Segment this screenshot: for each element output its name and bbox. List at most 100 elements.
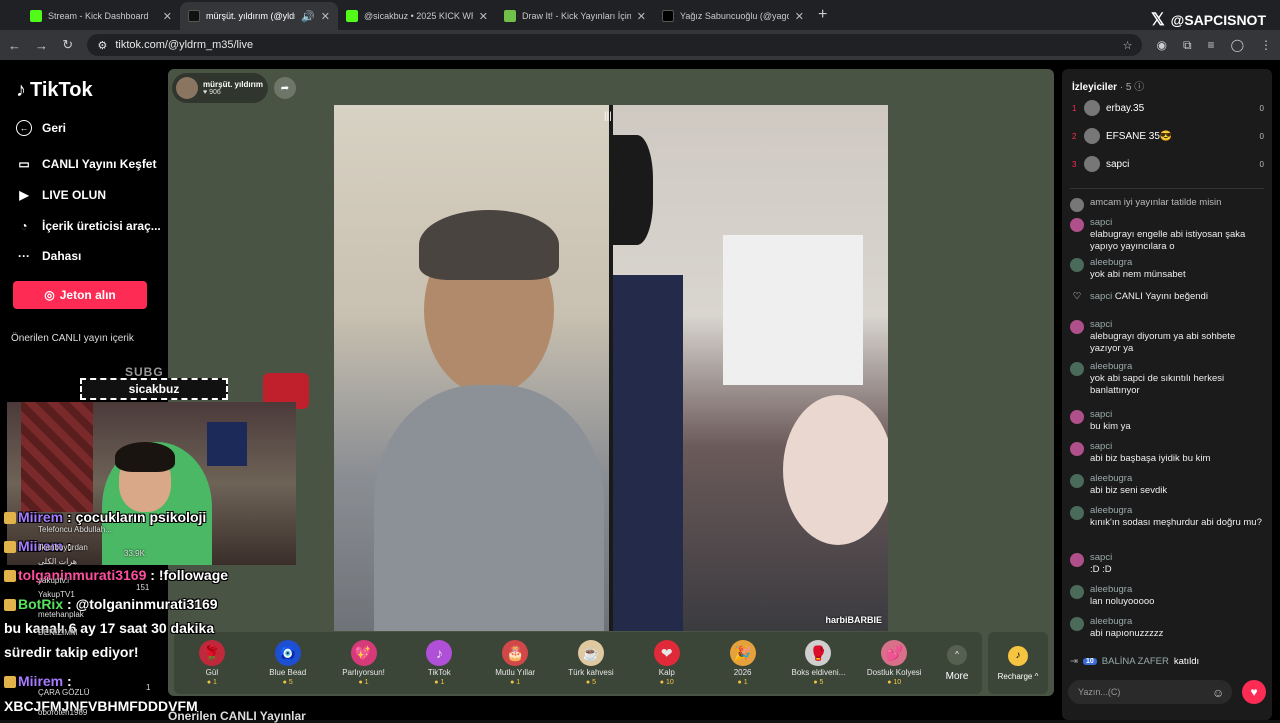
browser-tab[interactable]: @sicakbuz • 2025 KICK WRAPP... ✕ (338, 2, 496, 30)
chat-text: elabugrayı engelle abi istiyosan şaka ya… (1090, 229, 1246, 252)
browser-tab[interactable]: Stream - Kick Dashboard ✕ (22, 2, 180, 30)
gift-item[interactable]: 🌹 Gül ● 1 (174, 640, 250, 686)
gift-cost-value: 5 (592, 679, 597, 686)
gift-cost: ● 1 (358, 679, 369, 686)
chat-avatar (1070, 362, 1084, 376)
gift-item[interactable]: 💖 Parlıyorsun! ● 1 (326, 640, 402, 686)
reload-icon[interactable]: ↻ (62, 37, 73, 53)
share-arrow-icon: ➦ (280, 82, 290, 94)
get-coins-button[interactable]: ◎ Jeton alın (13, 281, 147, 309)
coin-icon: ◎ (44, 288, 55, 302)
chat-user[interactable]: aleebugra (1090, 584, 1154, 596)
chat-user[interactable]: aleebugra (1090, 473, 1167, 485)
sidebar-item-explore-live[interactable]: ▭ CANLI Yayını Keşfet (16, 156, 156, 172)
gift-cost-value: 10 (893, 679, 902, 686)
top-viewer-row[interactable]: 3 sapci 0 (1072, 156, 1264, 172)
chat-input[interactable]: Yazın...(C) (1068, 680, 1232, 704)
sidebar-item-go-live[interactable]: ▶ LIVE OLUN (16, 187, 106, 203)
top-viewer-row[interactable]: 2 EFSANE 35😎 0 (1072, 128, 1264, 144)
chat-user[interactable]: sapci (1090, 319, 1266, 331)
chat-panel: İzleyiciler · 5 ⓘ 1 erbay.35 02 EFSANE 3… (1062, 69, 1272, 720)
chat-text: CANLI Yayını beğendi (1114, 291, 1208, 302)
level-badge: 10 (1082, 658, 1097, 665)
drawit-favicon-icon (504, 10, 516, 22)
chat-message: sapci elabugrayı engelle abi istiyosan şa… (1070, 217, 1266, 253)
gift-item[interactable]: ❤ Kalp ● 10 (629, 640, 705, 686)
gift-item[interactable]: 🥊 Boks eldiveni... ● 5 (781, 640, 857, 686)
chat-user[interactable]: aleebugra (1090, 505, 1262, 517)
new-tab-button[interactable]: + (818, 6, 827, 24)
chat-text: yok abi nem münsabet (1090, 269, 1186, 280)
live-video[interactable]: ||| harbiBARBIE (334, 105, 888, 631)
host-info[interactable]: mürşüt. yıldırım ♥ 906 (172, 73, 268, 103)
chat-user[interactable]: sapci (1090, 409, 1131, 421)
gift-item[interactable]: 🎂 Mutlu Yıllar ● 1 (477, 640, 553, 686)
overlay-faint-number: 1 (146, 683, 151, 692)
sidebar-item-more[interactable]: ··· Dahası (16, 248, 81, 264)
sidebar-item-creator-tools[interactable]: ◔ İçerik üreticisi araç... (16, 218, 161, 234)
chevron-up-icon: ^ (947, 644, 968, 665)
close-tab-icon[interactable]: ✕ (795, 10, 804, 23)
back-icon[interactable]: ← (8, 38, 21, 53)
like-heart-button[interactable]: ♥ (1242, 680, 1266, 704)
sidebar-item-label: İçerik üreticisi araç... (42, 219, 161, 233)
gift-item[interactable]: 🎉 2026 ● 1 (705, 640, 781, 686)
chat-avatar (1070, 553, 1084, 567)
join-notice: ⇥ 10 BALİNA ZAFER katıldı (1070, 656, 1199, 667)
browser-tab[interactable]: Yağız Sabuncuoğlu (@yagosab... ✕ (654, 2, 812, 30)
menu-icon[interactable]: ⋮ (1260, 38, 1272, 53)
gift-item[interactable]: 🧿 Blue Bead ● 5 (250, 640, 326, 686)
sidebar-item-back[interactable]: ← Geri (16, 120, 66, 136)
tiktok-logo[interactable]: ♪ TikTok (16, 79, 93, 102)
kick-favicon-icon (30, 10, 42, 22)
forward-icon[interactable]: → (35, 38, 48, 53)
share-button[interactable]: ➦ (274, 77, 296, 99)
viewer-name: EFSANE 35😎 (1106, 130, 1173, 142)
top-viewer-row[interactable]: 1 erbay.35 0 (1072, 100, 1264, 116)
overlay-faint-number: 151 (136, 583, 150, 592)
gift-icon: 💖 (350, 640, 377, 666)
browser-tab[interactable]: Draw It! - Kick Yayınları İçin Çizim... ✕ (496, 2, 654, 30)
emoji-icon[interactable]: ☺ (1212, 686, 1224, 700)
gift-item[interactable]: ♪ TikTok ● 1 (401, 640, 477, 686)
bookmark-star-icon[interactable]: ☆ (1123, 39, 1133, 52)
url-field[interactable]: ⚙ tiktok.com/@yldrm_m35/live ☆ (87, 34, 1143, 56)
chat-user[interactable]: aleebugra (1090, 257, 1186, 269)
gift-item[interactable]: ☕ Türk kahvesi ● 5 (553, 640, 629, 686)
chat-user[interactable]: aleebugra (1090, 361, 1266, 373)
sidebar-item-label: LIVE OLUN (42, 188, 107, 202)
more-gifts-button[interactable]: ^ More (932, 644, 982, 682)
rank: 1 (1072, 103, 1077, 113)
profile-icon[interactable]: ◯ (1231, 38, 1244, 53)
gift-cost-value: 1 (364, 679, 369, 686)
overlay-faint-number: 33.9K (124, 549, 145, 558)
chat-message: aleebugra yok abi sapci de sıkıntılı herk… (1070, 361, 1266, 397)
suggested-live-title: Önerilen CANLI Yayınlar (168, 709, 306, 723)
chat-user[interactable]: sapci (1090, 441, 1210, 453)
join-user: BALİNA ZAFER (1101, 656, 1169, 667)
gift-cost: ● 1 (737, 679, 748, 686)
chat-user[interactable]: sapci (1090, 217, 1266, 229)
puzzle-icon[interactable]: ⧉ (1183, 38, 1192, 53)
close-tab-icon[interactable]: ✕ (321, 10, 330, 23)
gift-name: Dostluk Kolyesi (866, 668, 922, 677)
chat-user[interactable]: aleebugra (1090, 616, 1163, 628)
gift-name: TikTok (427, 668, 451, 677)
gift-item[interactable]: 💕 Dostluk Kolyesi ● 10 (856, 640, 932, 686)
close-tab-icon[interactable]: ✕ (637, 10, 646, 23)
viewer-score: 0 (1259, 131, 1264, 141)
close-tab-icon[interactable]: ✕ (479, 10, 488, 23)
info-icon[interactable]: ⓘ (1134, 82, 1144, 93)
mute-tab-icon[interactable]: 🔊 (301, 10, 315, 23)
chat-text: abi biz seni sevdik (1090, 485, 1168, 496)
media-icon[interactable]: ≡ (1208, 38, 1215, 53)
gift-icon: 🎂 (502, 640, 529, 666)
chat-avatar (1070, 198, 1084, 212)
browser-tab-active[interactable]: mürşüt. yıldırım (@yldrm_m... 🔊 ✕ (180, 2, 338, 30)
recharge-button[interactable]: ♪ Recharge ^ (988, 632, 1048, 694)
chat-user[interactable]: sapci (1090, 291, 1112, 302)
extension-icon[interactable]: ◉ (1156, 38, 1166, 53)
chat-user[interactable]: sapci (1090, 552, 1112, 564)
site-info-icon[interactable]: ⚙ (97, 39, 107, 52)
close-tab-icon[interactable]: ✕ (163, 10, 172, 23)
